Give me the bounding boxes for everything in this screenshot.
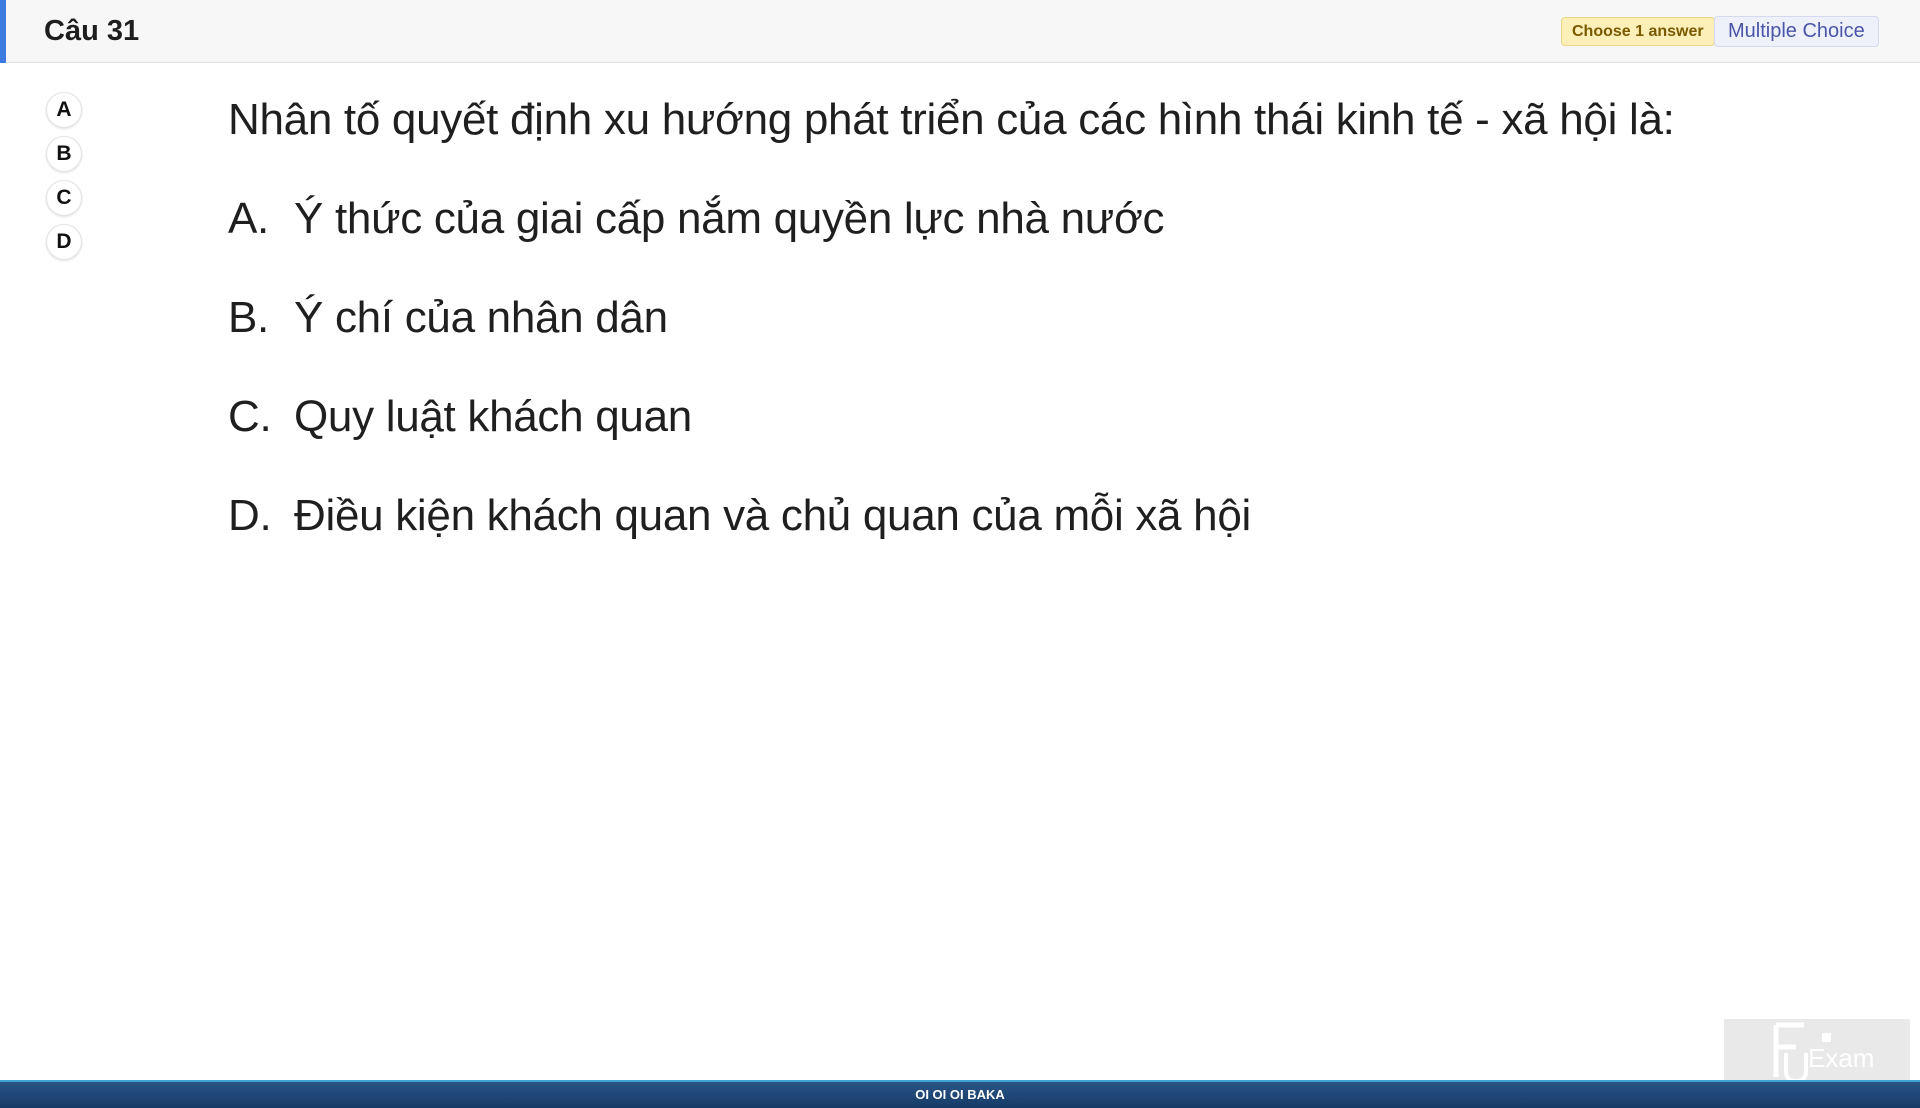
choice-c: C. Quy luật khách quan xyxy=(228,387,1728,447)
choose-answer-badge: Choose 1 answer xyxy=(1561,17,1715,46)
choice-text: Điều kiện khách quan và chủ quan của mỗi… xyxy=(294,491,1251,540)
choice-b: B. Ý chí của nhân dân xyxy=(228,288,1728,348)
answer-option-c[interactable]: C xyxy=(46,180,82,216)
question-type-badge: Multiple Choice xyxy=(1714,16,1879,47)
choice-d: D. Điều kiện khách quan và chủ quan của m… xyxy=(228,486,1728,546)
choice-letter: C. xyxy=(228,392,272,441)
question-stem: Nhân tố quyết định xu hướng phát triển c… xyxy=(228,95,1675,144)
footer-bar: OI OI OI BAKA xyxy=(0,1080,1920,1108)
exam-app: Câu 31 Choose 1 answer Multiple Choice A… xyxy=(0,0,1920,1108)
question-number: Câu 31 xyxy=(44,15,140,47)
fu-exam-logo-mark: Exam xyxy=(1773,1022,1874,1084)
logo-text: Exam xyxy=(1808,1043,1874,1073)
answer-option-b[interactable]: B xyxy=(46,136,82,172)
answer-option-a[interactable]: A xyxy=(46,92,82,128)
choice-text: Ý thức của giai cấp nắm quyền lực nhà nư… xyxy=(294,194,1165,243)
choice-letter: D. xyxy=(228,491,272,540)
header-accent-bar xyxy=(0,0,6,63)
choice-text: Quy luật khách quan xyxy=(294,392,692,441)
choice-text: Ý chí của nhân dân xyxy=(294,293,668,342)
choice-a: A. Ý thức của giai cấp nắm quyền lực nhà … xyxy=(228,189,1728,249)
answer-option-d[interactable]: D xyxy=(46,224,82,260)
fu-exam-logo: Exam xyxy=(1724,1019,1910,1085)
question-content: Nhân tố quyết định xu hướng phát triển c… xyxy=(228,90,1728,560)
answer-selector: A B C D xyxy=(46,92,86,268)
choice-letter: B. xyxy=(228,293,269,342)
question-header: Câu 31 Choose 1 answer Multiple Choice xyxy=(0,0,1920,63)
choice-letter: A. xyxy=(228,194,269,243)
